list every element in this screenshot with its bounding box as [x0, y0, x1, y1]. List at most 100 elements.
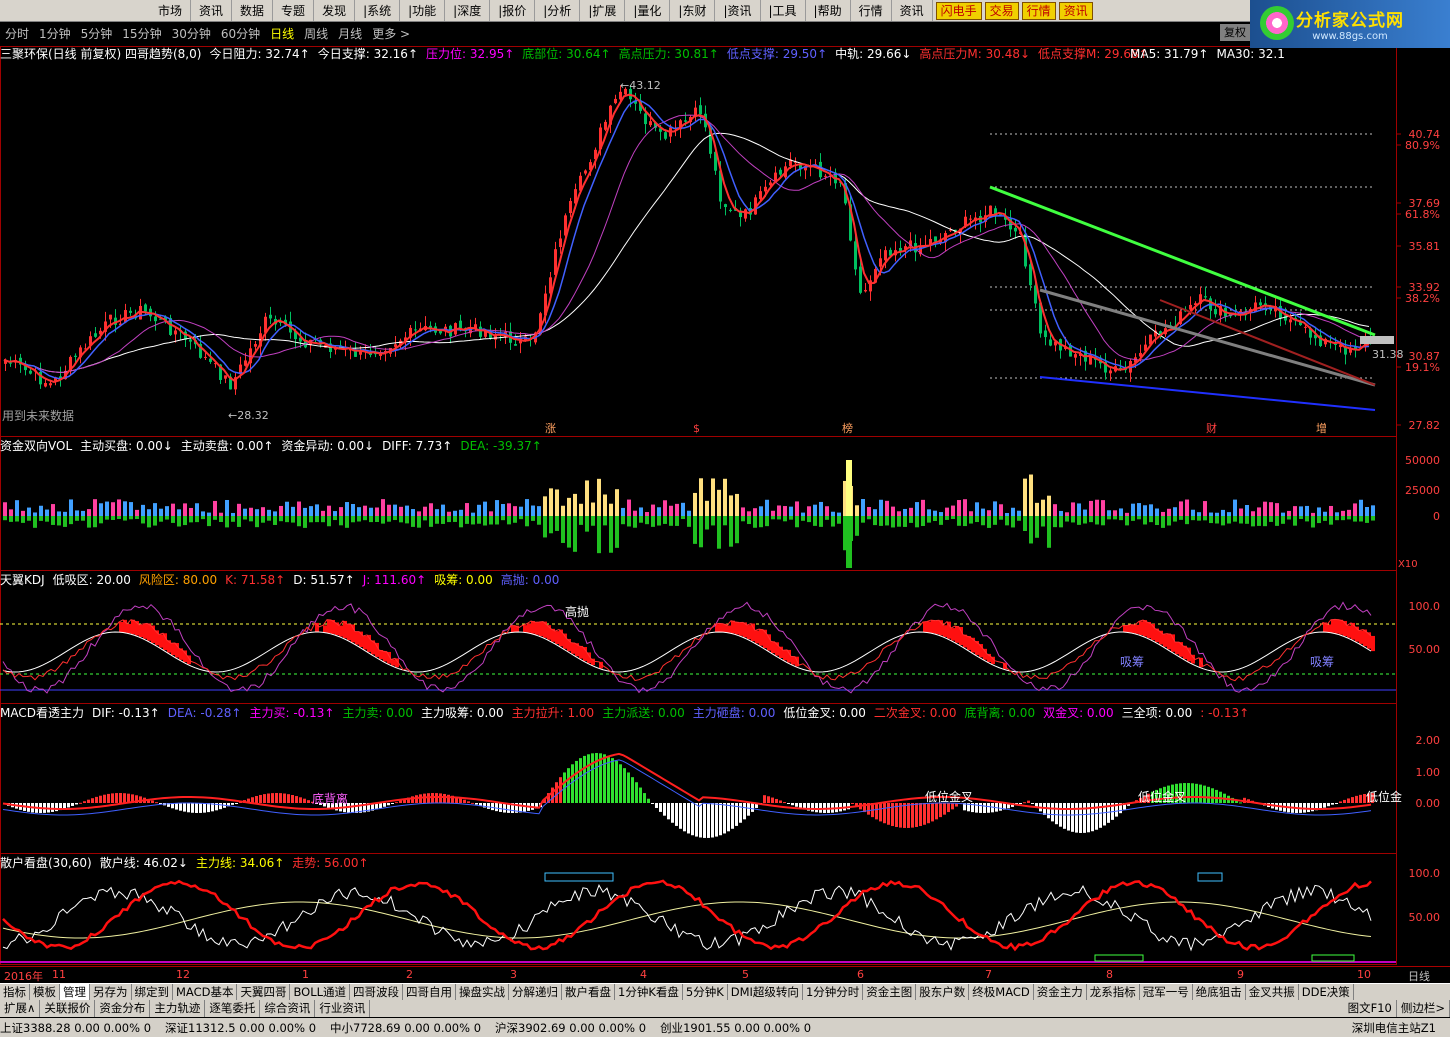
period-tab-8[interactable]: 月线 [333, 25, 367, 42]
candle-body [414, 329, 417, 331]
indicator-tab-3[interactable]: 另存为 [90, 984, 132, 1000]
menu-item-5[interactable]: |系统 [355, 0, 401, 21]
event-mark-0[interactable]: 涨 [545, 422, 556, 435]
index-quote-0[interactable]: 上证3388.28 0.00 0.00% 0 [0, 1020, 151, 1036]
menu-item-0[interactable]: 市场 [150, 0, 192, 21]
fuquan-button[interactable]: 复权 [1220, 24, 1250, 41]
vol-down-bar [801, 516, 805, 521]
menu-item-16[interactable]: 行情 [851, 0, 892, 21]
indicator-tab-10[interactable]: 操盘实战 [456, 984, 510, 1000]
menu-item-7[interactable]: |深度 [445, 0, 491, 21]
server-label[interactable]: 深圳电信主站Z1 [1352, 1020, 1436, 1036]
menu-item-10[interactable]: |扩展 [580, 0, 626, 21]
menu-item-4[interactable]: 发现 [314, 0, 356, 21]
kdj-fill-bar [327, 619, 331, 633]
vol-down-bar [549, 516, 553, 534]
period-tab-9[interactable]: 更多 > [367, 25, 415, 42]
indicator-tab-20[interactable]: 资金主力 [1034, 984, 1087, 1000]
menu-item-11[interactable]: |量化 [625, 0, 671, 21]
period-tab-3[interactable]: 15分钟 [117, 25, 166, 42]
indicator-tab-6[interactable]: 天翼四哥 [237, 984, 291, 1000]
period-tab-0[interactable]: 分时 [0, 25, 34, 42]
indicator-tab-5[interactable]: MACD基本 [173, 984, 238, 1000]
hot-button-3[interactable]: 资讯 [1058, 1, 1093, 20]
index-quote-3[interactable]: 沪深3902.69 0.00 0.00% 0 [495, 1020, 646, 1036]
indicator-tab-16[interactable]: 1分钟分时 [803, 984, 864, 1000]
macd-hist-bar [1239, 802, 1242, 804]
indicator-tab-23[interactable]: 绝底狙击 [1193, 984, 1246, 1000]
event-mark-4[interactable]: 增 [1316, 421, 1327, 435]
menu-item-14[interactable]: |工具 [761, 0, 806, 21]
menu-item-9[interactable]: |分析 [535, 0, 581, 21]
indicator-tab-18[interactable]: 股东户数 [916, 984, 970, 1000]
menu-item-3[interactable]: 专题 [273, 0, 315, 21]
kdj-fill-bar [943, 625, 947, 637]
vol-down-bar [315, 516, 319, 523]
menu-item-8[interactable]: |报价 [490, 0, 536, 21]
period-tab-6[interactable]: 日线 [265, 25, 299, 42]
indicator-tab-19[interactable]: 终极MACD [969, 984, 1034, 1000]
index-quote-1[interactable]: 深证11312.5 0.00 0.00% 0 [165, 1020, 316, 1036]
vol-down-bar [1197, 516, 1201, 521]
macd-hist-bar [295, 796, 298, 803]
period-tab-1[interactable]: 1分钟 [34, 25, 76, 42]
ext-tab-right-1[interactable]: 侧边栏> [1397, 1000, 1450, 1017]
indicator-tab-13[interactable]: 1分钟K看盘 [615, 984, 683, 1000]
date-label-5: 3 [510, 968, 517, 981]
kdj-fill-bar [1143, 620, 1147, 637]
vol-up-bar [1365, 507, 1369, 516]
ext-tab-6[interactable]: 行业资讯 [315, 1000, 371, 1017]
indicator-tab-1[interactable]: 模板 [30, 984, 60, 1000]
hot-button-1[interactable]: 交易 [984, 1, 1019, 20]
ext-tab-4[interactable]: 逐笔委托 [205, 1000, 261, 1017]
event-mark-1[interactable]: $ [693, 422, 700, 435]
period-tab-4[interactable]: 30分钟 [167, 25, 216, 42]
indicator-tab-25[interactable]: DDE决策 [1299, 984, 1354, 1000]
menu-item-17[interactable]: 资讯 [892, 0, 933, 21]
event-mark-2[interactable]: 榜 [842, 421, 853, 435]
indicator-tab-11[interactable]: 分解递归 [509, 984, 563, 1000]
vol-down-bar [813, 516, 817, 526]
chart-area[interactable]: 40.7480.9%37.6961.8%35.8133.9238.2%30.87… [0, 44, 1450, 966]
ext-tab-1[interactable]: 关联报价 [40, 1000, 96, 1017]
indicator-tab-0[interactable]: 指标 [0, 984, 30, 1000]
ext-tab-5[interactable]: 综合资讯 [260, 1000, 316, 1017]
ext-tab-2[interactable]: 资金分布 [95, 1000, 151, 1017]
indicator-tab-2[interactable]: 管理 [60, 984, 90, 1000]
menu-item-13[interactable]: |资讯 [715, 0, 761, 21]
period-tab-2[interactable]: 5分钟 [76, 25, 118, 42]
menu-item-15[interactable]: |帮助 [806, 0, 851, 21]
menu-item-2[interactable]: 数据 [232, 0, 274, 21]
ext-tab-right-0[interactable]: 图文F10 [1344, 1000, 1397, 1017]
indicator-tab-17[interactable]: 资金主图 [863, 984, 917, 1000]
menu-item-1[interactable]: 资讯 [191, 0, 233, 21]
indicator-tab-22[interactable]: 冠军一号 [1140, 984, 1193, 1000]
hot-button-0[interactable]: 闪电手 [935, 1, 982, 20]
indicator-tab-4[interactable]: 绑定到 [132, 984, 173, 1000]
event-mark-3[interactable]: 财 [1206, 421, 1217, 435]
index-quote-4[interactable]: 创业1901.55 0.00 0.00% 0 [660, 1020, 811, 1036]
menu-item-12[interactable]: |东财 [670, 0, 716, 21]
hot-button-2[interactable]: 行情 [1021, 1, 1056, 20]
indicator-tab-21[interactable]: 龙系指标 [1087, 984, 1140, 1000]
index-quote-2[interactable]: 中小7728.69 0.00 0.00% 0 [330, 1020, 481, 1036]
period-tab-5[interactable]: 60分钟 [216, 25, 265, 42]
vol-down-bar [1119, 516, 1123, 521]
vol-down-bar [741, 516, 745, 522]
vol-up-bar [357, 507, 361, 516]
vol-up-bar [1185, 499, 1189, 516]
indicator-tab-9[interactable]: 四哥自用 [403, 984, 457, 1000]
indicator-tab-14[interactable]: 5分钟K [683, 984, 728, 1000]
indicator-tab-12[interactable]: 散户看盘 [562, 984, 616, 1000]
indicator-tab-8[interactable]: 四哥波段 [350, 984, 404, 1000]
menu-item-6[interactable]: |功能 [400, 0, 446, 21]
period-tab-7[interactable]: 周线 [299, 25, 333, 42]
macd-hist-bar [771, 797, 774, 803]
indicator-tab-24[interactable]: 金叉共振 [1246, 984, 1299, 1000]
indicator-tab-15[interactable]: DMI超级转向 [728, 984, 803, 1000]
ext-tab-3[interactable]: 主力轨迹 [150, 1000, 206, 1017]
vol-down-bar [159, 516, 163, 522]
vol-down-bar [243, 516, 247, 520]
indicator-tab-7[interactable]: BOLL通道 [290, 984, 351, 1000]
ext-tab-0[interactable]: 扩展∧ [0, 1000, 41, 1017]
